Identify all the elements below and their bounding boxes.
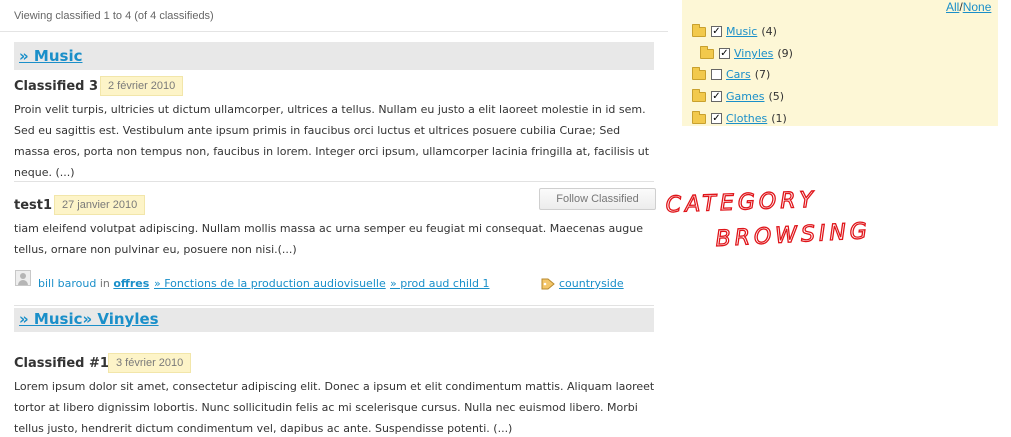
date-badge: 2 février 2010	[100, 76, 184, 96]
folder-icon	[692, 66, 706, 80]
folder-icon	[692, 23, 706, 37]
category-checkbox[interactable]: ✓	[711, 26, 722, 37]
divider	[0, 31, 668, 32]
category-count: (5)	[768, 90, 785, 103]
category-checkbox[interactable]: ✓	[711, 91, 722, 102]
category-checkbox[interactable]	[711, 69, 722, 80]
avatar	[15, 270, 31, 286]
breadcrumb-link[interactable]: » prod aud child 1	[390, 277, 490, 290]
select-none-link[interactable]: None	[963, 0, 992, 14]
category-count: (7)	[754, 68, 771, 81]
category-row-games: ✓ Games (5)	[692, 88, 785, 103]
breadcrumb-link[interactable]: » Fonctions de la production audiovisuel…	[154, 277, 386, 290]
category-link[interactable]: Music	[726, 25, 757, 38]
category-link[interactable]: offres	[113, 277, 149, 290]
classified-meta: bill baroud in offres	[38, 277, 149, 290]
select-all-link[interactable]: All	[946, 0, 959, 14]
annotation-category-browsing: CATEGORY BROWSING	[665, 187, 872, 253]
viewing-count: Viewing classified 1 to 4 (of 4 classifi…	[14, 10, 214, 22]
classified-title[interactable]: test1	[14, 198, 52, 213]
section-link-music[interactable]: » Music	[19, 47, 82, 65]
folder-icon	[700, 45, 714, 59]
category-row-vinyles: ✓ Vinyles (9)	[700, 45, 793, 60]
tag-icon	[541, 277, 555, 290]
section-link-vinyles[interactable]: » Music» Vinyles	[19, 310, 159, 328]
category-checkbox[interactable]: ✓	[719, 48, 730, 59]
category-link[interactable]: Cars	[726, 68, 751, 81]
classified-excerpt: Lorem ipsum dolor sit amet, consectetur …	[14, 380, 655, 435]
category-count: (9)	[777, 47, 793, 60]
meta-in-text: in	[99, 277, 110, 290]
section-heading-music: » Music	[14, 42, 654, 70]
annotation-line-2: BROWSING	[715, 219, 872, 252]
section-heading-vinyles: » Music» Vinyles	[14, 308, 654, 332]
follow-classified-button[interactable]: Follow Classified	[539, 188, 656, 210]
category-checkbox[interactable]: ✓	[711, 113, 722, 124]
folder-icon	[692, 110, 706, 124]
folder-icon	[692, 88, 706, 102]
divider	[14, 181, 654, 182]
category-link[interactable]: Clothes	[726, 112, 767, 125]
date-badge: 27 janvier 2010	[54, 195, 146, 215]
annotation-line-1: CATEGORY	[665, 188, 817, 218]
category-count: (1)	[771, 112, 787, 125]
category-row-music: ✓ Music (4)	[692, 23, 777, 38]
select-all-none: All/None	[946, 0, 991, 14]
classified-excerpt: Proin velit turpis, ultricies ut dictum …	[14, 103, 650, 179]
classified-excerpt: tiam eleifend volutpat adipiscing. Nulla…	[14, 222, 643, 256]
category-row-cars: Cars (7)	[692, 66, 771, 81]
classified-title[interactable]: Classified 3	[14, 79, 98, 94]
author-link[interactable]: bill baroud	[38, 277, 96, 290]
category-link[interactable]: Games	[726, 90, 764, 103]
divider	[14, 305, 654, 306]
category-link[interactable]: Vinyles	[734, 47, 773, 60]
category-row-clothes: ✓ Clothes (1)	[692, 110, 787, 125]
tag-link[interactable]: countryside	[559, 277, 624, 290]
classified-title[interactable]: Classified #1	[14, 356, 109, 371]
category-browser	[682, 0, 998, 126]
date-badge: 3 février 2010	[108, 353, 192, 373]
category-count: (4)	[761, 25, 777, 38]
